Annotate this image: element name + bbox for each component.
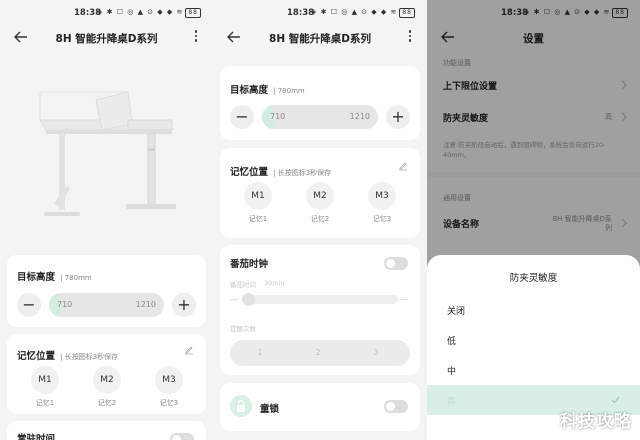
remind-option-1[interactable]: 1 bbox=[250, 348, 270, 357]
memory-label: 记忆位置 bbox=[230, 167, 269, 178]
memory-m2-button[interactable]: M2 记忆2 bbox=[300, 182, 340, 224]
settings-screen: 18:38 ◈ ✱ ☐ ◎ ▲ ⊙ ◆ ◆ ≋ 88 设置 功能设置 上下限位设置… bbox=[427, 0, 640, 440]
pomodoro-label: 番茄时钟 bbox=[230, 259, 269, 270]
next-card: 常驻时间 bbox=[7, 421, 206, 440]
minus-small-icon: — bbox=[230, 295, 239, 305]
memory-m1-button[interactable]: M1 记忆1 bbox=[25, 366, 65, 408]
memory-m2-button[interactable]: M2 记忆2 bbox=[87, 366, 127, 408]
increase-height-button[interactable]: + bbox=[386, 105, 410, 129]
status-time: 18:38 bbox=[287, 8, 315, 18]
memory-label: 记忆位置 bbox=[17, 351, 56, 362]
slider-min-value: 710 bbox=[57, 300, 73, 309]
target-height-value: 780mm bbox=[277, 87, 305, 95]
sheet-title: 防夹灵敏度 bbox=[509, 273, 558, 284]
plus-small-icon: — bbox=[399, 295, 408, 305]
slider-min-value: 710 bbox=[270, 112, 286, 121]
child-lock-card: 童锁 bbox=[220, 383, 420, 431]
desk-image bbox=[39, 91, 176, 216]
status-icons: ◈ ✱ ☐ ◎ ▲ ⊙ ◆ ◆ ≋ 88 bbox=[97, 8, 201, 18]
option-medium[interactable]: 中 bbox=[427, 355, 640, 385]
watermark: 科技攻略 bbox=[560, 412, 632, 432]
target-height-value: 780mm bbox=[64, 274, 92, 282]
memory-card: 记忆位置 | 长按图标3秒保存 M1 记忆1 M2 记忆2 M3 记忆3 bbox=[7, 334, 206, 414]
page-title: 8H 智能升降桌D系列 bbox=[55, 33, 158, 45]
target-height-card: 目标高度 | 780mm − 710 1210 + bbox=[220, 66, 420, 140]
memory-hint: 长按图标3秒保存 bbox=[64, 353, 119, 361]
memory-m3-button[interactable]: M3 记忆3 bbox=[149, 366, 189, 408]
edit-icon[interactable] bbox=[398, 161, 408, 171]
battery-icon: 88 bbox=[185, 8, 201, 18]
slider-max-value: 1210 bbox=[349, 112, 370, 121]
battery-icon: 88 bbox=[399, 8, 415, 18]
pomodoro-time-label: 番茄时间 bbox=[230, 281, 256, 289]
edit-icon[interactable] bbox=[184, 345, 194, 355]
memory-card: 记忆位置 | 长按图标3秒保存 M1 记忆1 M2 记忆2 M3 记忆3 bbox=[220, 148, 420, 238]
next-card-label: 常驻时间 bbox=[17, 434, 56, 440]
option-low[interactable]: 低 bbox=[427, 325, 640, 355]
page-title: 8H 智能升降桌D系列 bbox=[269, 33, 371, 45]
height-slider[interactable]: 710 1210 bbox=[262, 105, 378, 129]
top-bar: 8H 智能升降桌D系列 bbox=[213, 26, 427, 50]
more-menu-icon[interactable] bbox=[407, 30, 413, 44]
remind-count-selector[interactable]: 1 2 3 bbox=[230, 340, 410, 366]
lock-icon bbox=[230, 395, 252, 417]
pomodoro-slider[interactable] bbox=[242, 293, 398, 306]
height-slider[interactable]: 710 1210 bbox=[49, 293, 164, 317]
memory-hint: 长按图标3秒保存 bbox=[277, 169, 332, 177]
memory-m3-button[interactable]: M3 记忆3 bbox=[362, 182, 402, 224]
status-bar: 18:38 ◈ ✱ ☐ ◎ ▲ ⊙ ◆ ◆ ≋ 88 bbox=[0, 7, 213, 19]
decrease-height-button[interactable]: − bbox=[17, 293, 41, 317]
pomodoro-toggle[interactable] bbox=[384, 257, 408, 270]
child-lock-label: 童锁 bbox=[260, 404, 280, 415]
remind-option-2[interactable]: 2 bbox=[308, 348, 328, 357]
height-control: − 710 1210 + bbox=[17, 292, 196, 318]
status-icons: ◈ ✱ ☐ ◎ ▲ ⊙ ◆ ◆ ≋ 88 bbox=[311, 8, 415, 18]
option-off[interactable]: 关闭 bbox=[427, 295, 640, 325]
pomodoro-slider-thumb[interactable] bbox=[242, 293, 255, 306]
memory-m1-button[interactable]: M1 记忆1 bbox=[238, 182, 278, 224]
target-height-label: 目标高度 bbox=[230, 85, 269, 96]
remind-option-3[interactable]: 3 bbox=[366, 348, 386, 357]
increase-height-button[interactable]: + bbox=[172, 293, 196, 317]
slider-max-value: 1210 bbox=[135, 300, 156, 309]
pomodoro-time-value: 30min bbox=[264, 279, 285, 287]
target-height-card: 目标高度 | 780mm − 710 1210 + bbox=[7, 255, 206, 327]
top-bar: 8H 智能升降桌D系列 bbox=[0, 26, 213, 50]
check-icon bbox=[611, 396, 620, 404]
remind-count-label: 提醒次数 bbox=[230, 325, 256, 333]
next-toggle[interactable] bbox=[170, 433, 194, 440]
app-screen-home: 18:38 ◈ ✱ ☐ ◎ ▲ ⊙ ◆ ◆ ≋ 88 8H 智能升降桌D系列 目标… bbox=[0, 0, 213, 440]
more-menu-icon[interactable] bbox=[193, 30, 199, 44]
height-control: − 710 1210 + bbox=[230, 104, 410, 130]
pomodoro-card: 番茄时钟 番茄时间 30min — — 提醒次数 1 2 3 bbox=[220, 245, 420, 375]
app-screen-controls: 18:38 ◈ ✱ ☐ ◎ ▲ ⊙ ◆ ◆ ≋ 88 8H 智能升降桌D系列 目标… bbox=[213, 0, 427, 440]
status-bar: 18:38 ◈ ✱ ☐ ◎ ▲ ⊙ ◆ ◆ ≋ 88 bbox=[213, 7, 427, 19]
target-height-label: 目标高度 bbox=[17, 272, 56, 283]
decrease-height-button[interactable]: − bbox=[230, 105, 254, 129]
child-lock-toggle[interactable] bbox=[384, 400, 408, 413]
